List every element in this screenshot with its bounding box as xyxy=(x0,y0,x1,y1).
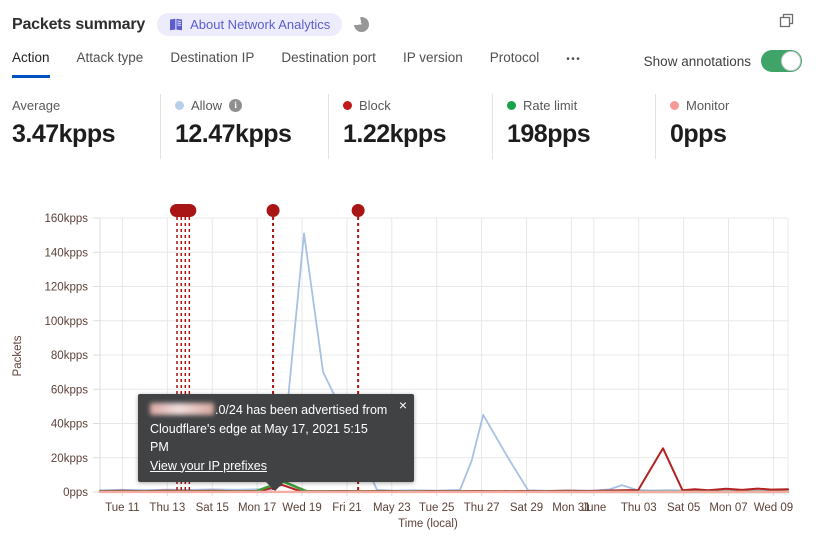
block-legend-dot xyxy=(343,100,352,110)
y-tick-label: 60kpps xyxy=(51,384,88,396)
y-tick-label: 80kpps xyxy=(51,350,88,362)
tooltip-arrow xyxy=(265,481,285,491)
stat-value: 3.47kpps xyxy=(12,120,116,148)
annotation-cluster-marker[interactable] xyxy=(169,204,197,217)
y-tick-label: 0pps xyxy=(63,487,88,499)
about-network-analytics-badge[interactable]: About Network Analytics xyxy=(157,13,343,36)
x-tick-label: Wed 09 xyxy=(754,502,793,514)
stat-value: 1.22kpps xyxy=(343,120,447,148)
stat-block: Block 1.22kpps xyxy=(328,94,492,159)
view-ip-prefixes-link[interactable]: View your IP prefixes xyxy=(150,459,267,473)
annotation-marker[interactable] xyxy=(351,204,365,217)
tab-bar: Action Attack type Destination IP Destin… xyxy=(0,36,816,78)
y-tick-label: 20kpps xyxy=(51,453,88,465)
x-tick-label: May 23 xyxy=(373,502,411,514)
y-axis-title: Packets xyxy=(12,335,24,376)
stat-value: 12.47kpps xyxy=(175,120,292,148)
show-annotations-toggle[interactable] xyxy=(761,50,802,72)
x-tick-label: Thu 13 xyxy=(149,502,185,514)
tab-destination-ip[interactable]: Destination IP xyxy=(170,50,254,78)
x-tick-label: Sat 29 xyxy=(510,502,543,514)
tab-attack-type[interactable]: Attack type xyxy=(77,50,144,78)
x-tick-label: Thu 03 xyxy=(621,502,657,514)
y-tick-label: 140kpps xyxy=(45,247,89,259)
more-tabs-button[interactable]: ••• xyxy=(566,50,581,78)
stat-label: Block xyxy=(359,97,391,113)
rate-limit-legend-dot xyxy=(507,100,516,110)
page-title: Packets summary xyxy=(12,15,146,33)
tooltip-close-button[interactable]: × xyxy=(399,398,407,412)
tooltip-line-2: Cloudflare's edge at May 17, 2021 5:15 P… xyxy=(150,421,368,455)
toggle-knob xyxy=(781,51,801,71)
x-tick-label: Mon 07 xyxy=(709,502,747,514)
x-tick-label: Fri 21 xyxy=(332,502,361,514)
x-axis-title: Time (local) xyxy=(398,518,458,530)
feedback-pie-icon[interactable] xyxy=(353,16,370,33)
info-icon[interactable]: i xyxy=(229,98,243,112)
x-tick-label: June xyxy=(581,502,606,514)
allow-legend-dot xyxy=(175,100,184,110)
stat-value: 0pps xyxy=(670,120,727,148)
y-tick-label: 100kpps xyxy=(45,316,89,328)
book-icon xyxy=(170,18,183,31)
stat-label: Allow xyxy=(191,97,223,113)
y-tick-label: 160kpps xyxy=(45,213,89,225)
tab-ip-version[interactable]: IP version xyxy=(403,50,463,78)
show-annotations-label: Show annotations xyxy=(643,53,751,69)
redacted-ip-prefix xyxy=(150,403,214,415)
annotation-marker[interactable] xyxy=(266,204,280,217)
x-tick-label: Tue 11 xyxy=(105,502,140,514)
stat-monitor: Monitor 0pps xyxy=(655,94,800,159)
stat-label: Monitor xyxy=(686,97,730,113)
stat-average: Average 3.47kpps xyxy=(0,94,160,159)
monitor-legend-dot xyxy=(670,100,679,110)
stat-value: 198pps xyxy=(507,120,591,148)
x-tick-label: Wed 19 xyxy=(282,502,321,514)
y-tick-label: 40kpps xyxy=(51,419,88,431)
x-tick-label: Thu 27 xyxy=(464,502,500,514)
tab-action[interactable]: Action xyxy=(12,50,50,78)
summary-stats-row: Average 3.47kpps Allow i 12.47kpps Block… xyxy=(0,94,816,159)
tab-protocol[interactable]: Protocol xyxy=(490,50,540,78)
stat-rate-limit: Rate limit 198pps xyxy=(492,94,655,159)
stat-allow: Allow i 12.47kpps xyxy=(160,94,328,159)
x-tick-label: Mon 17 xyxy=(238,502,276,514)
x-tick-label: Tue 25 xyxy=(419,502,454,514)
x-tick-label: Sat 05 xyxy=(667,502,700,514)
stat-label: Average xyxy=(12,97,61,113)
tab-destination-port[interactable]: Destination port xyxy=(281,50,376,78)
badge-label: About Network Analytics xyxy=(190,17,331,32)
y-tick-label: 120kpps xyxy=(45,282,89,294)
stat-label: Rate limit xyxy=(523,97,578,113)
page-header: Packets summary About Network Analytics xyxy=(0,0,816,36)
tooltip-line-1: .0/24 has been advertised from xyxy=(150,401,388,420)
x-tick-label: Sat 15 xyxy=(196,502,229,514)
annotation-tooltip: × .0/24 has been advertised from Cloudfl… xyxy=(138,394,414,491)
